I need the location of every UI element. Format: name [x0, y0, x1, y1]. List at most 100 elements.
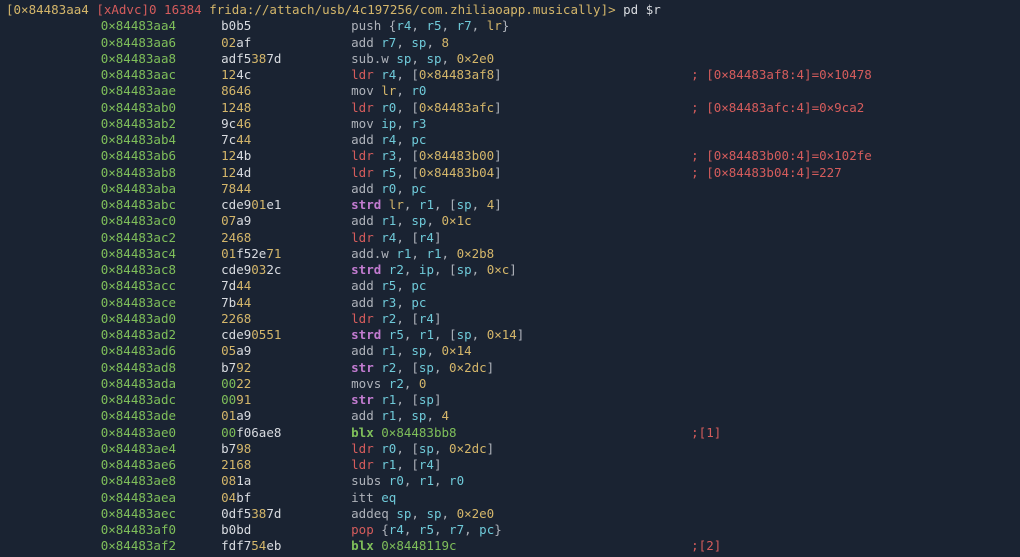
instr-col: blx 0×84483bb8	[351, 425, 691, 441]
instr-col: push {r4, r5, r7, lr}	[351, 18, 691, 34]
instr-col: ldr r3, [0×84483b00]	[351, 148, 691, 164]
instr-col: add r1, sp, 0×14	[351, 343, 691, 359]
hex-col: b0bd	[221, 522, 351, 538]
instr-col: strd lr, r1, [sp, 4]	[351, 197, 691, 213]
hex-col: 7844	[221, 181, 351, 197]
addr-col: 0×84483ada	[6, 376, 176, 392]
addr-col: 0×84483ace	[6, 295, 176, 311]
hex-col: 124c	[221, 67, 351, 83]
hex-col: b792	[221, 360, 351, 376]
hex-col: 8646	[221, 83, 351, 99]
addr-col: 0×84483ab4	[6, 132, 176, 148]
comment-col: ;[2]	[691, 538, 721, 554]
hex-col: 02af	[221, 35, 351, 51]
instr-col: ldr r0, [sp, 0×2dc]	[351, 441, 691, 457]
addr-col: 0×84483aea	[6, 490, 176, 506]
hex-col: b798	[221, 441, 351, 457]
hex-col: 2168	[221, 457, 351, 473]
addr-col: 0×84483ae4	[6, 441, 176, 457]
comment-col: ; [0×84483afc:4]=0×9ca2	[691, 100, 864, 116]
addr-col: 0×84483ac4	[6, 246, 176, 262]
hex-col: 1248	[221, 100, 351, 116]
asm-row: 0×84483ad0 2268ldr r2, [r4]	[6, 311, 1014, 327]
asm-row: 0×84483aba 7844add r0, pc	[6, 181, 1014, 197]
hex-col: 01f52e71	[221, 246, 351, 262]
asm-row: 0×84483acc 7d44add r5, pc	[6, 278, 1014, 294]
addr-col: 0×84483ac0	[6, 213, 176, 229]
instr-col: sub.w sp, sp, 0×2e0	[351, 51, 691, 67]
addr-col: 0×84483ad2	[6, 327, 176, 343]
hex-col: 01a9	[221, 408, 351, 424]
instr-col: blx 0×8448119c	[351, 538, 691, 554]
addr-col: 0×84483ad6	[6, 343, 176, 359]
instr-col: strd r2, ip, [sp, 0×c]	[351, 262, 691, 278]
addr-col: 0×84483ae6	[6, 457, 176, 473]
asm-row: 0×84483ab6 124bldr r3, [0×84483b00]; [0×…	[6, 148, 1014, 164]
addr-col: 0×84483af0	[6, 522, 176, 538]
asm-row: 0×84483ada 0022movs r2, 0	[6, 376, 1014, 392]
hex-col: 0df5387d	[221, 506, 351, 522]
asm-row: 0×84483aa8 adf5387dsub.w sp, sp, 0×2e0	[6, 51, 1014, 67]
instr-col: ldr r5, [0×84483b04]	[351, 165, 691, 181]
hex-col: 124d	[221, 165, 351, 181]
hex-col: fdf754eb	[221, 538, 351, 554]
asm-row: 0×84483ab4 7c44add r4, pc	[6, 132, 1014, 148]
instr-col: add.w r1, r1, 0×2b8	[351, 246, 691, 262]
addr-col: 0×84483aac	[6, 67, 176, 83]
instr-col: mov lr, r0	[351, 83, 691, 99]
addr-col: 0×84483ab6	[6, 148, 176, 164]
instr-col: str r1, [sp]	[351, 392, 691, 408]
instr-col: add r7, sp, 8	[351, 35, 691, 51]
hex-col: 081a	[221, 473, 351, 489]
prompt-uri: frida://attach/usb/4c197256/com.zhiliaoa…	[209, 2, 600, 17]
asm-row: 0×84483adc 0091str r1, [sp]	[6, 392, 1014, 408]
hex-col: cde9032c	[221, 262, 351, 278]
hex-col: 05a9	[221, 343, 351, 359]
addr-col: 0×84483aa6	[6, 35, 176, 51]
instr-col: add r1, sp, 0×1c	[351, 213, 691, 229]
asm-row: 0×84483ab0 1248ldr r0, [0×84483afc]; [0×…	[6, 100, 1014, 116]
instr-col: ldr r4, [r4]	[351, 230, 691, 246]
prompt-line[interactable]: [0×84483aa4 [xAdvc]0 16384 frida://attac…	[6, 2, 1014, 18]
disassembly-listing: 0×84483aa4 b0b5push {r4, r5, r7, lr}0×84…	[6, 18, 1014, 554]
asm-row: 0×84483aa4 b0b5push {r4, r5, r7, lr}	[6, 18, 1014, 34]
addr-col: 0×84483ae0	[6, 425, 176, 441]
instr-col: add r5, pc	[351, 278, 691, 294]
addr-col: 0×84483aa8	[6, 51, 176, 67]
asm-row: 0×84483aae 8646mov lr, r0	[6, 83, 1014, 99]
asm-row: 0×84483aea 04bfitt eq	[6, 490, 1014, 506]
asm-row: 0×84483ab2 9c46mov ip, r3	[6, 116, 1014, 132]
hex-col: 2468	[221, 230, 351, 246]
prompt-addr: [0×84483aa4	[6, 2, 89, 17]
instr-col: ldr r0, [0×84483afc]	[351, 100, 691, 116]
asm-row: 0×84483ae4 b798ldr r0, [sp, 0×2dc]	[6, 441, 1014, 457]
addr-col: 0×84483ab8	[6, 165, 176, 181]
asm-row: 0×84483ac2 2468ldr r4, [r4]	[6, 230, 1014, 246]
asm-row: 0×84483af0 b0bdpop {r4, r5, r7, pc}	[6, 522, 1014, 538]
addr-col: 0×84483aec	[6, 506, 176, 522]
asm-row: 0×84483aec 0df5387daddeq sp, sp, 0×2e0	[6, 506, 1014, 522]
asm-row: 0×84483ab8 124dldr r5, [0×84483b04]; [0×…	[6, 165, 1014, 181]
hex-col: 9c46	[221, 116, 351, 132]
asm-row: 0×84483aa6 02afadd r7, sp, 8	[6, 35, 1014, 51]
instr-col: strd r5, r1, [sp, 0×14]	[351, 327, 691, 343]
addr-col: 0×84483adc	[6, 392, 176, 408]
addr-col: 0×84483ad8	[6, 360, 176, 376]
comment-col: ; [0×84483b00:4]=0×102fe	[691, 148, 872, 164]
asm-row: 0×84483ad6 05a9add r1, sp, 0×14	[6, 343, 1014, 359]
asm-row: 0×84483aac 124cldr r4, [0×84483af8]; [0×…	[6, 67, 1014, 83]
asm-row: 0×84483ad2 cde90551strd r5, r1, [sp, 0×1…	[6, 327, 1014, 343]
asm-row: 0×84483af2 fdf754ebblx 0×8448119c;[2]	[6, 538, 1014, 554]
addr-col: 0×84483ad0	[6, 311, 176, 327]
asm-row: 0×84483ae8 081asubs r0, r1, r0	[6, 473, 1014, 489]
instr-col: movs r2, 0	[351, 376, 691, 392]
hex-col: 0022	[221, 376, 351, 392]
hex-col: adf5387d	[221, 51, 351, 67]
addr-col: 0×84483acc	[6, 278, 176, 294]
instr-col: add r1, sp, 4	[351, 408, 691, 424]
addr-col: 0×84483aae	[6, 83, 176, 99]
instr-col: str r2, [sp, 0×2dc]	[351, 360, 691, 376]
hex-col: 00f06ae8	[221, 425, 351, 441]
instr-col: addeq sp, sp, 0×2e0	[351, 506, 691, 522]
comment-col: ;[1]	[691, 425, 721, 441]
